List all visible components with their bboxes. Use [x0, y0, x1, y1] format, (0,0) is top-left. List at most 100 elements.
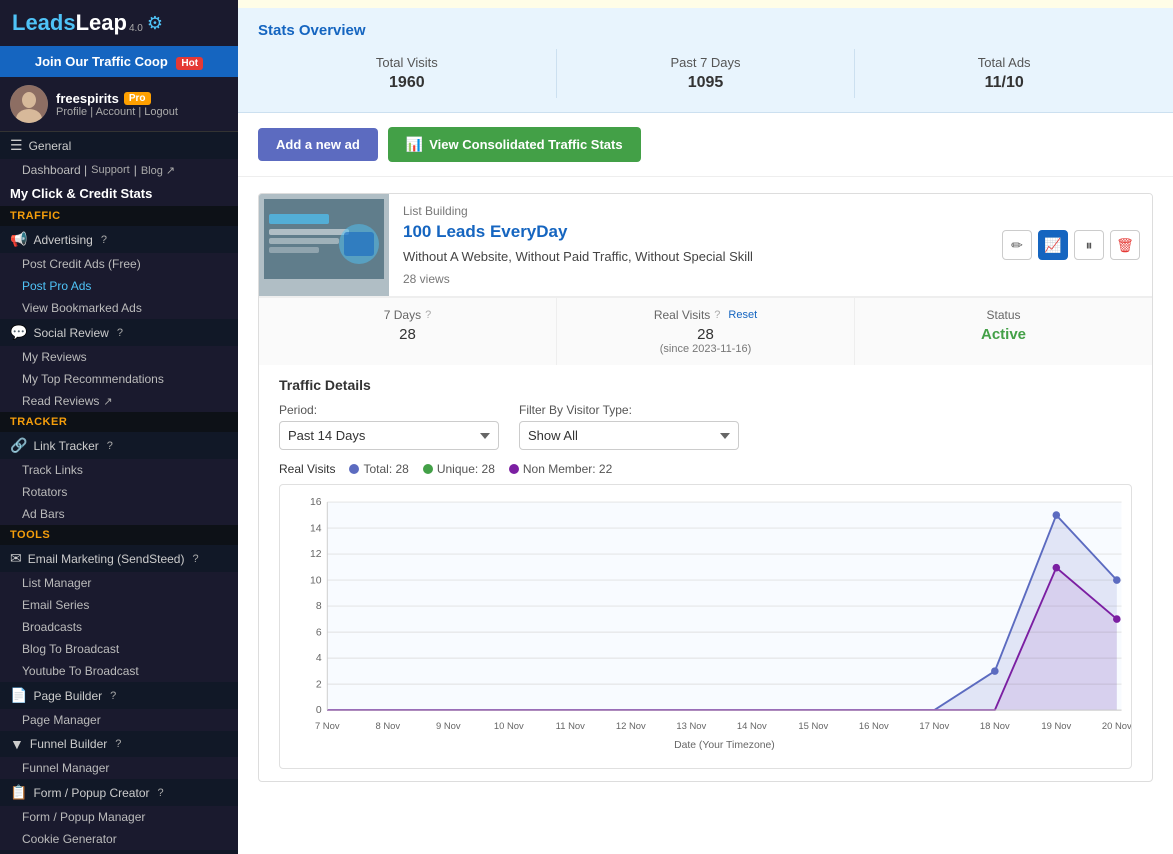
sidebar-link-post-pro-ads[interactable]: Post Pro Ads	[0, 275, 238, 297]
username: freespirits	[56, 91, 119, 106]
page-builder-help-icon: ?	[110, 690, 116, 702]
ad-stats-row: 7 Days ? 28 Real Visits ? Reset 28 (sinc…	[259, 297, 1152, 365]
ad-stat-7days-value: 28	[259, 326, 556, 343]
reset-link[interactable]: Reset	[728, 309, 757, 321]
social-review-icon: 💬	[10, 324, 27, 341]
stats-overview: Stats Overview Total Visits 1960 Past 7 …	[238, 8, 1173, 113]
svg-text:10 Nov: 10 Nov	[494, 721, 524, 732]
ad-info: List Building 100 Leads EveryDay Without…	[389, 194, 990, 296]
sidebar-link-post-credit-ads[interactable]: Post Credit Ads (Free)	[0, 253, 238, 275]
sidebar-section-general[interactable]: ☰ General	[0, 132, 238, 159]
sidebar-logo: LeadsLeap 4.0 ⚙	[0, 0, 238, 46]
svg-text:14 Nov: 14 Nov	[737, 721, 767, 732]
period-select[interactable]: Past 14 Days Past 7 Days Past 30 Days Pa…	[279, 421, 499, 450]
sidebar-section-social-review[interactable]: 💬 Social Review ?	[0, 319, 238, 346]
sidebar-link-youtube-broadcast[interactable]: Youtube To Broadcast	[0, 660, 238, 682]
visitor-type-select[interactable]: Show All Members Only Non Members Only	[519, 421, 739, 450]
sidebar-section-funnel-builder[interactable]: ▼ Funnel Builder ?	[0, 731, 238, 757]
traffic-coop-label: Join Our Traffic Coop	[35, 54, 168, 69]
svg-text:9 Nov: 9 Nov	[436, 721, 461, 732]
sidebar-section-form-popup[interactable]: 📋 Form / Popup Creator ?	[0, 779, 238, 806]
tracker-subsection-label: Tracker	[0, 412, 238, 432]
sidebar-link-broadcasts[interactable]: Broadcasts	[0, 616, 238, 638]
sidebar-link-blog-broadcast[interactable]: Blog To Broadcast	[0, 638, 238, 660]
stats-ad-button[interactable]: 📈	[1038, 230, 1068, 260]
filters-row: Period: Past 14 Days Past 7 Days Past 30…	[279, 403, 1132, 450]
sidebar-section-hosting[interactable]: 🖥 Hosting Service ?	[0, 850, 238, 854]
sidebar-link-rotators[interactable]: Rotators	[0, 481, 238, 503]
sidebar-link-dashboard[interactable]: Dashboard | Support | Blog ↗	[0, 159, 238, 181]
sidebar-link-bookmarked-ads[interactable]: View Bookmarked Ads	[0, 297, 238, 319]
svg-text:19 Nov: 19 Nov	[1041, 721, 1071, 732]
7days-help-icon: ?	[425, 309, 431, 321]
sidebar-link-email-series[interactable]: Email Series	[0, 594, 238, 616]
sidebar-link-ad-bars[interactable]: Ad Bars	[0, 503, 238, 525]
pause-ad-button[interactable]: ⏸	[1074, 230, 1104, 260]
chart-svg-wrap: 0 2 4 6 8 10 12 14 16 7 Nov 8 Nov 9 Nov	[280, 485, 1131, 768]
svg-text:12: 12	[310, 549, 322, 560]
sidebar-link-read-reviews[interactable]: Read Reviews ↗	[0, 390, 238, 412]
real-visits-legend-label: Real Visits	[279, 462, 335, 476]
stat-card-total-ads-value: 11/10	[855, 74, 1153, 92]
page-builder-icon: 📄	[10, 687, 27, 704]
email-marketing-label: Email Marketing (SendSteed)	[28, 552, 185, 566]
sidebar-link-page-manager[interactable]: Page Manager	[0, 709, 238, 731]
sidebar: LeadsLeap 4.0 ⚙ Join Our Traffic Coop Ho…	[0, 0, 238, 854]
view-consolidated-stats-button[interactable]: 📊 View Consolidated Traffic Stats	[388, 127, 641, 162]
sidebar-link-my-reviews[interactable]: My Reviews	[0, 346, 238, 368]
legend-total-label: Total: 28	[363, 462, 408, 476]
link-tracker-help-icon: ?	[107, 440, 113, 452]
stats-cards: Total Visits 1960 Past 7 Days 1095 Total…	[258, 49, 1153, 98]
sidebar-section-link-tracker[interactable]: 🔗 Link Tracker ?	[0, 432, 238, 459]
main-content: Stats Overview Total Visits 1960 Past 7 …	[238, 0, 1173, 854]
click-credit-label: My Click & Credit Stats	[10, 186, 152, 201]
profile-link[interactable]: Profile	[56, 106, 87, 118]
sidebar-section-email-marketing[interactable]: ✉ Email Marketing (SendSteed) ?	[0, 545, 238, 572]
ad-card-header: List Building 100 Leads EveryDay Without…	[259, 194, 1152, 297]
add-new-ad-button[interactable]: Add a new ad	[258, 128, 378, 161]
chart-dot-nonmember-20	[1113, 615, 1121, 623]
sidebar-section-page-builder[interactable]: 📄 Page Builder ?	[0, 682, 238, 709]
ad-card: List Building 100 Leads EveryDay Without…	[258, 193, 1153, 782]
visitor-type-filter-label: Filter By Visitor Type:	[519, 403, 739, 417]
sidebar-link-top-recommendations[interactable]: My Top Recommendations	[0, 368, 238, 390]
sidebar-link-cookie-generator[interactable]: Cookie Generator	[0, 828, 238, 850]
traffic-coop-button[interactable]: Join Our Traffic Coop Hot	[0, 46, 238, 77]
traffic-subsection-label: Traffic	[0, 206, 238, 226]
sidebar-link-funnel-manager[interactable]: Funnel Manager	[0, 757, 238, 779]
svg-text:15 Nov: 15 Nov	[798, 721, 828, 732]
link-tracker-icon: 🔗	[10, 437, 27, 454]
sidebar-link-list-manager[interactable]: List Manager	[0, 572, 238, 594]
logout-link[interactable]: Logout	[144, 106, 178, 118]
svg-text:14: 14	[310, 524, 322, 535]
sidebar-click-credit[interactable]: My Click & Credit Stats	[0, 181, 238, 206]
view-stats-label: View Consolidated Traffic Stats	[429, 137, 622, 152]
logo-text: LeadsLeap	[12, 10, 127, 36]
svg-text:8: 8	[316, 601, 322, 612]
traffic-details: Traffic Details Period: Past 14 Days Pas…	[259, 365, 1152, 781]
account-link[interactable]: Account	[96, 106, 136, 118]
svg-text:8 Nov: 8 Nov	[375, 721, 400, 732]
ad-actions: ✏ 📈 ⏸ 🗑	[990, 194, 1152, 296]
delete-ad-button[interactable]: 🗑	[1110, 230, 1140, 260]
svg-text:16: 16	[310, 497, 322, 508]
action-bar: Add a new ad 📊 View Consolidated Traffic…	[238, 113, 1173, 177]
svg-text:4: 4	[316, 653, 322, 664]
user-info: freespirits Pro Profile | Account | Logo…	[56, 91, 178, 118]
social-review-label: Social Review	[33, 326, 108, 340]
pro-badge: Pro	[124, 92, 151, 105]
period-filter-label: Period:	[279, 403, 499, 417]
svg-text:17 Nov: 17 Nov	[919, 721, 949, 732]
sidebar-link-form-popup-manager[interactable]: Form / Popup Manager	[0, 806, 238, 828]
sidebar-link-track-links[interactable]: Track Links	[0, 459, 238, 481]
ad-stat-status-label: Status	[855, 308, 1152, 322]
stat-card-total-ads: Total Ads 11/10	[855, 49, 1153, 98]
stat-card-total-ads-label: Total Ads	[855, 55, 1153, 70]
stat-card-total-visits: Total Visits 1960	[258, 49, 557, 98]
stat-card-total-visits-value: 1960	[258, 74, 556, 92]
funnel-builder-help-icon: ?	[115, 738, 121, 750]
edit-ad-button[interactable]: ✏	[1002, 230, 1032, 260]
legend-total: Total: 28	[349, 462, 408, 476]
sidebar-section-advertising[interactable]: 📢 Advertising ?	[0, 226, 238, 253]
chart-icon: 📊	[406, 136, 423, 153]
